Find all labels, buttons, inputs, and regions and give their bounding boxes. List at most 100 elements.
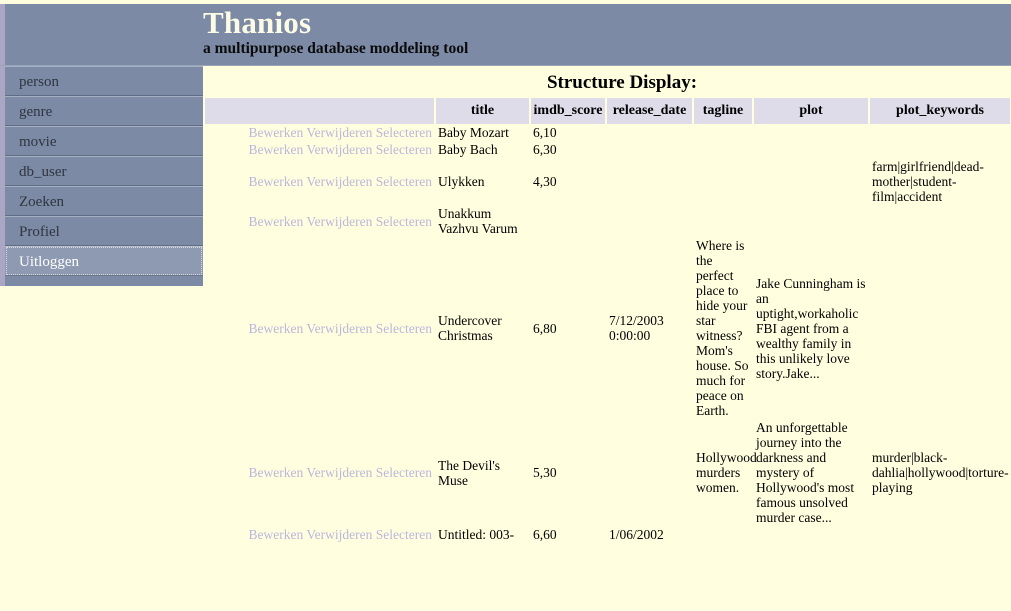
cell-tagline xyxy=(694,526,752,543)
edit-link[interactable]: Bewerken xyxy=(249,142,304,157)
cell-title: Unakkum Vazhvu Varum xyxy=(438,206,518,236)
table-header: title imdb_score release_date tagline plot pl… xyxy=(205,98,1010,124)
app-subtitle: a multipurpose database moddeling tool xyxy=(203,40,469,57)
structure-table: title imdb_score release_date tagline plot pl… xyxy=(203,98,1011,543)
app-header: Thanios a multipurpose database moddelin… xyxy=(0,4,1011,66)
row-actions: Bewerken Verwijderen Selecteren xyxy=(205,158,434,205)
cell-plot-keywords xyxy=(870,141,1010,158)
cell-imdb-score: 6,10 xyxy=(533,125,557,140)
cell-plot xyxy=(754,205,868,237)
cell-imdb-score xyxy=(531,205,605,237)
sidebar-item-zoeken[interactable]: Zoeken xyxy=(5,186,203,216)
cell-tagline xyxy=(694,141,752,158)
cell-tagline xyxy=(694,124,752,141)
column-header-plot: plot xyxy=(754,98,868,124)
cell-title: Undercover Christmas xyxy=(438,313,502,343)
edit-link[interactable]: Bewerken xyxy=(249,465,304,480)
table-row: Bewerken Verwijderen Selecteren The Devil… xyxy=(205,419,1010,526)
cell-tagline: Hollywood murders women. xyxy=(696,450,757,495)
cell-release-date xyxy=(607,419,692,526)
row-actions: Bewerken Verwijderen Selecteren xyxy=(205,526,434,543)
cell-plot xyxy=(754,124,868,141)
delete-link[interactable]: Verwijderen xyxy=(306,527,372,542)
select-link[interactable]: Selecteren xyxy=(376,214,432,229)
table-row: Bewerken Verwijderen Selecteren Ulykken 4,… xyxy=(205,158,1010,205)
cell-plot xyxy=(754,141,868,158)
cell-title: Untitled: 003- xyxy=(438,527,515,542)
table-header-row: title imdb_score release_date tagline plot pl… xyxy=(205,98,1010,124)
sidebar-item-movie[interactable]: movie xyxy=(5,126,203,156)
select-link[interactable]: Selecteren xyxy=(376,465,432,480)
cell-title: Baby Mozart xyxy=(438,125,509,140)
row-actions: Bewerken Verwijderen Selecteren xyxy=(205,237,434,419)
select-link[interactable]: Selecteren xyxy=(376,527,432,542)
table-row: Bewerken Verwijderen Selecteren Unakkum V… xyxy=(205,205,1010,237)
delete-link[interactable]: Verwijderen xyxy=(306,214,372,229)
cell-release-date xyxy=(607,124,692,141)
table-row: Bewerken Verwijderen Selecteren Untitled:… xyxy=(205,526,1010,543)
main-content: Structure Display: title imdb_score releas… xyxy=(203,66,1011,611)
cell-release-date xyxy=(607,141,692,158)
table-row: Bewerken Verwijderen Selecteren Baby Bach… xyxy=(205,141,1010,158)
row-actions: Bewerken Verwijderen Selecteren xyxy=(205,124,434,141)
column-header-actions xyxy=(205,98,434,124)
cell-release-date: 1/06/2002 xyxy=(609,527,664,542)
sidebar-item-genre[interactable]: genre xyxy=(5,96,203,126)
table-row: Bewerken Verwijderen Selecteren Baby Moza… xyxy=(205,124,1010,141)
row-actions: Bewerken Verwijderen Selecteren xyxy=(205,419,434,526)
column-header-title: title xyxy=(436,98,529,124)
sidebar-item-person[interactable]: person xyxy=(5,66,203,96)
row-actions: Bewerken Verwijderen Selecteren xyxy=(205,141,434,158)
cell-tagline: Where is the perfect place to hide your … xyxy=(696,238,749,418)
cell-title: The Devil's Muse xyxy=(438,457,501,488)
cell-plot-keywords: murder|black-dahlia|hollywood|torture-pl… xyxy=(872,450,1009,495)
column-header-tagline: tagline xyxy=(694,98,752,124)
cell-plot-keywords xyxy=(870,205,1010,237)
select-link[interactable]: Selecteren xyxy=(376,174,432,189)
delete-link[interactable]: Verwijderen xyxy=(306,174,372,189)
header-left-accent xyxy=(0,4,5,65)
sidebar-nav-list: person genre movie db_user Zoeken Profiel Uitl… xyxy=(0,66,203,286)
edit-link[interactable]: Bewerken xyxy=(249,174,304,189)
edit-link[interactable]: Bewerken xyxy=(249,125,304,140)
column-header-release_date: release_date xyxy=(607,98,692,124)
delete-link[interactable]: Verwijderen xyxy=(306,142,372,157)
cell-release-date xyxy=(607,158,692,205)
cell-imdb-score: 5,30 xyxy=(533,465,557,480)
page-body: person genre movie db_user Zoeken Profiel Uitl… xyxy=(0,66,1011,611)
edit-link[interactable]: Bewerken xyxy=(249,214,304,229)
delete-link[interactable]: Verwijderen xyxy=(306,125,372,140)
edit-link[interactable]: Bewerken xyxy=(249,321,304,336)
cell-imdb-score: 6,80 xyxy=(533,320,557,336)
sidebar: person genre movie db_user Zoeken Profiel Uitl… xyxy=(0,66,203,286)
sidebar-item-profiel[interactable]: Profiel xyxy=(5,216,203,246)
cell-tagline xyxy=(694,158,752,205)
cell-plot: Jake Cunningham is an uptight,workaholic… xyxy=(756,275,866,381)
cell-imdb-score: 6,60 xyxy=(533,527,557,542)
cell-imdb-score: 6,30 xyxy=(533,142,557,157)
table-body: Bewerken Verwijderen Selecteren Baby Moza… xyxy=(205,124,1010,543)
cell-release-date xyxy=(607,205,692,237)
cell-title: Baby Bach xyxy=(438,142,498,157)
cell-plot-keywords xyxy=(870,124,1010,141)
column-header-plot_keywords: plot_keywords xyxy=(870,98,1010,124)
cell-plot-keywords xyxy=(870,526,1010,543)
sidebar-item-uitloggen[interactable]: Uitloggen xyxy=(5,246,203,276)
sidebar-item-db_user[interactable]: db_user xyxy=(5,156,203,186)
cell-plot-keywords xyxy=(870,237,1010,419)
row-actions: Bewerken Verwijderen Selecteren xyxy=(205,205,434,237)
app-title: Thanios xyxy=(203,5,312,40)
select-link[interactable]: Selecteren xyxy=(376,125,432,140)
app-branding: Thanios a multipurpose database moddelin… xyxy=(203,4,468,58)
table-row: Bewerken Verwijderen Selecteren Undercove… xyxy=(205,237,1010,419)
cell-plot: An unforgettable journey into the darkne… xyxy=(756,420,855,525)
select-link[interactable]: Selecteren xyxy=(376,142,432,157)
page-title: Structure Display: xyxy=(546,72,698,93)
delete-link[interactable]: Verwijderen xyxy=(306,321,372,336)
cell-release-date: 7/12/2003 0:00:00 xyxy=(609,313,664,343)
cell-plot xyxy=(754,158,868,205)
column-header-imdb_score: imdb_score xyxy=(531,98,605,124)
select-link[interactable]: Selecteren xyxy=(376,321,432,336)
delete-link[interactable]: Verwijderen xyxy=(306,465,372,480)
edit-link[interactable]: Bewerken xyxy=(249,527,304,542)
